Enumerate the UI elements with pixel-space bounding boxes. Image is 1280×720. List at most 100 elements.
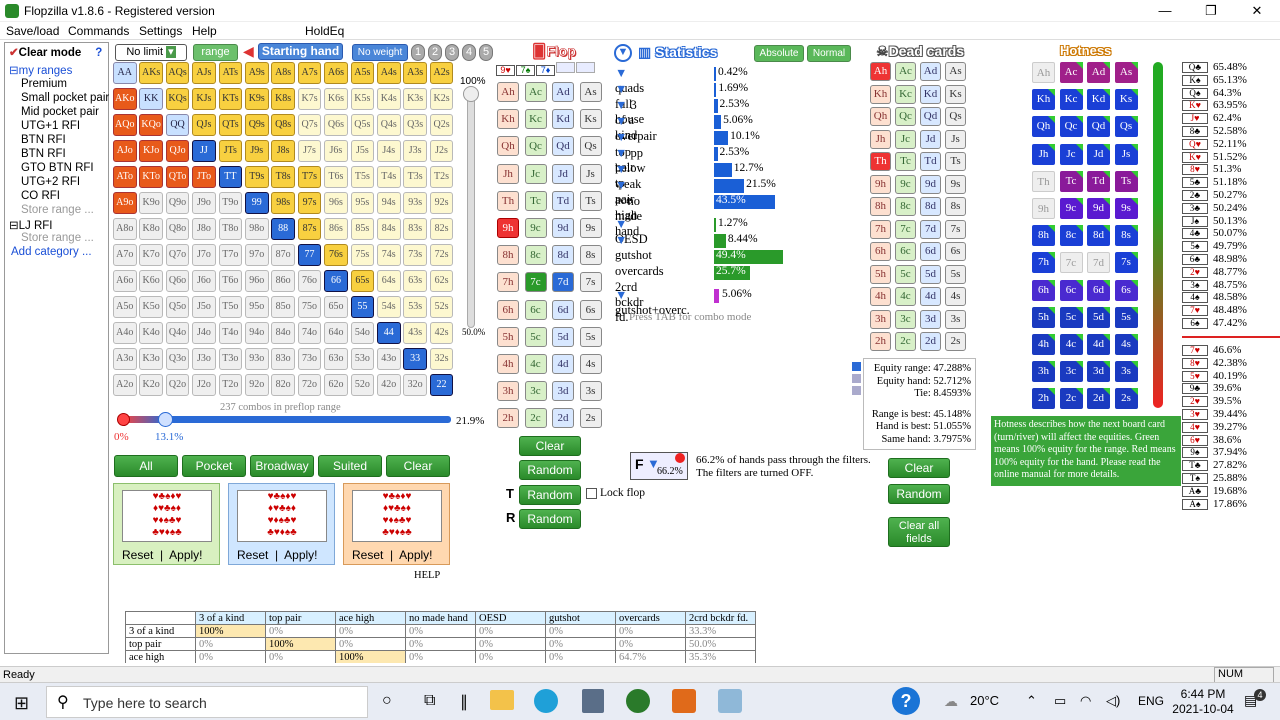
minimize-button[interactable]: —	[1142, 0, 1188, 22]
flop-card-button[interactable]: 4h	[497, 354, 519, 374]
hand-cell[interactable]: 99	[245, 192, 269, 214]
hand-cell[interactable]: T7o	[218, 244, 243, 266]
filter-icon[interactable]: ▼	[615, 82, 627, 96]
range-item[interactable]: GTO BTN RFI	[21, 162, 121, 174]
menu-holdeq[interactable]: HoldEq	[305, 24, 344, 38]
flop-clear-button[interactable]: Clear	[519, 436, 581, 456]
flop-card-button[interactable]: Th	[497, 190, 519, 211]
hand-cell[interactable]: 77	[297, 244, 322, 266]
hotness-card[interactable]: 5s	[1114, 306, 1138, 328]
dead-card-button[interactable]: Ac	[895, 62, 916, 81]
turn-slot[interactable]	[556, 62, 575, 73]
hotness-card[interactable]: Ah	[1032, 62, 1055, 83]
flop-card-button[interactable]: Qh	[497, 136, 519, 157]
hand-cell[interactable]: 54s	[377, 296, 401, 318]
dead-card-button[interactable]: Td	[920, 152, 941, 171]
hotness-card[interactable]: 5d	[1087, 306, 1110, 328]
flop-card-button[interactable]: Ac	[524, 82, 547, 102]
hotness-card[interactable]: 3h	[1032, 361, 1055, 383]
dead-card-button[interactable]: 4s	[945, 287, 966, 306]
taskbar-app-icon[interactable]	[718, 689, 742, 713]
flop-card-button[interactable]: 8c	[524, 245, 547, 266]
table-header[interactable]: 2crd bckdr fd.	[685, 611, 756, 625]
flop-card-button[interactable]: 8s	[579, 245, 602, 266]
hand-cell[interactable]: Q3s	[403, 114, 427, 136]
hand-cell[interactable]: Q8o	[165, 218, 190, 240]
hand-cell[interactable]: T2s	[429, 166, 454, 188]
hand-cell[interactable]: 98s	[271, 192, 295, 214]
hand-cell[interactable]: 55	[350, 296, 375, 318]
tree-lj-rfi[interactable]: ⊟LJ RFI	[9, 218, 109, 232]
weight-2-button[interactable]: 2	[428, 44, 442, 61]
flop-card-button[interactable]: Ks	[579, 109, 602, 130]
hand-cell[interactable]: T6s	[324, 166, 348, 188]
hand-cell[interactable]: 76s	[324, 244, 348, 266]
flop-card-button[interactable]: 6h	[497, 299, 519, 320]
dead-card-button[interactable]: 9h	[870, 174, 891, 194]
hand-mode-icon[interactable]	[852, 374, 861, 383]
filter-icon[interactable]: ▼	[615, 288, 627, 302]
flop-card-button[interactable]: 2s	[579, 408, 602, 429]
dead-card-button[interactable]: Qd	[920, 107, 941, 126]
dead-card-button[interactable]: 5h	[870, 264, 891, 284]
hand-cell[interactable]: 94s	[377, 192, 401, 214]
filter-toggle-button[interactable]: F ▼ 66.2%	[630, 452, 688, 480]
hand-cell[interactable]: K3s	[403, 88, 427, 110]
range-item[interactable]: BTN RFI	[21, 148, 121, 160]
hand-cell[interactable]: KTo	[139, 166, 163, 188]
table-header[interactable]: no made hand	[405, 611, 476, 625]
hand-cell[interactable]: AJs	[192, 62, 216, 84]
range-item[interactable]: UTG+1 RFI	[21, 120, 121, 132]
stat-row[interactable]: ▼ gutshot	[615, 233, 652, 262]
hand-cell[interactable]: J2s	[429, 140, 454, 162]
hand-cell[interactable]: 83s	[403, 218, 427, 240]
hand-cell[interactable]: Q4o	[165, 322, 190, 344]
hotness-card[interactable]: Th	[1032, 170, 1055, 192]
hand-cell[interactable]: J6o	[192, 270, 216, 292]
task-view-icon[interactable]: ⧉	[424, 692, 435, 710]
dead-card-button[interactable]: 8d	[920, 197, 941, 216]
hand-cell[interactable]: J9s	[245, 140, 269, 162]
weight-5-button[interactable]: 5	[479, 44, 493, 61]
hand-cell[interactable]: KK	[139, 88, 163, 110]
dead-card-button[interactable]: 8s	[945, 197, 966, 216]
flop-card-button[interactable]: Jd	[552, 163, 574, 184]
dead-card-button[interactable]: 6s	[945, 242, 966, 261]
hand-cell[interactable]: T9s	[245, 166, 269, 188]
hand-cell[interactable]: J4s	[377, 140, 401, 162]
hand-cell[interactable]: 42s	[429, 322, 454, 344]
table-header[interactable]: top pair	[265, 611, 336, 625]
hotness-card[interactable]: 5h	[1032, 306, 1055, 328]
flop-card-button[interactable]: 3d	[552, 381, 574, 402]
flop-card-button[interactable]: Kh	[497, 109, 519, 130]
dead-clear-button[interactable]: Clear	[888, 458, 950, 478]
apply-button[interactable]: Apply!	[284, 548, 317, 562]
preset-panel-3[interactable]: ♥♣♠♦♥ ♦♥♣♠♦ ♥♦♠♣♥ ♣♥♦♠♣ Reset | Apply!	[343, 483, 450, 565]
dead-card-button[interactable]: 7c	[895, 219, 916, 239]
edge-icon[interactable]	[534, 689, 558, 713]
filter-icon[interactable]: ▼	[615, 98, 627, 112]
hotness-card[interactable]: 9s	[1114, 198, 1138, 219]
hand-cell[interactable]: J9o	[192, 192, 216, 214]
hand-cell[interactable]: TT	[218, 166, 243, 188]
dead-card-button[interactable]: 4c	[895, 287, 916, 306]
hand-cell[interactable]: J4o	[192, 322, 216, 344]
hand-cell[interactable]: AKo	[113, 88, 137, 110]
hotness-card[interactable]: 8c	[1059, 225, 1083, 247]
hand-cell[interactable]: A4o	[113, 322, 137, 344]
reset-button[interactable]: Reset	[237, 548, 268, 562]
table-header[interactable]	[125, 611, 196, 625]
dead-card-button[interactable]: Js	[945, 129, 966, 149]
stat-row[interactable]: ▼ pp below tp	[615, 146, 646, 190]
hand-cell[interactable]: 84s	[377, 218, 401, 240]
dead-card-button[interactable]: Kd	[920, 84, 941, 104]
hand-cell[interactable]: 63o	[324, 348, 348, 370]
dead-card-button[interactable]: Ts	[945, 152, 966, 171]
flop-card-button[interactable]: Qd	[552, 136, 574, 157]
range-item[interactable]: UTG+2 RFI	[21, 176, 121, 188]
flop-card-button[interactable]: Qs	[579, 136, 602, 157]
flop-card-1[interactable]: 9♥	[496, 65, 515, 76]
preset-panel-1[interactable]: ♥♣♠♦♥ ♦♥♣♠♦ ♥♦♠♣♥ ♣♥♦♠♣ Reset | Apply!	[113, 483, 220, 565]
hand-cell[interactable]: T6o	[218, 270, 243, 292]
language-indicator[interactable]: ENG	[1138, 694, 1164, 708]
